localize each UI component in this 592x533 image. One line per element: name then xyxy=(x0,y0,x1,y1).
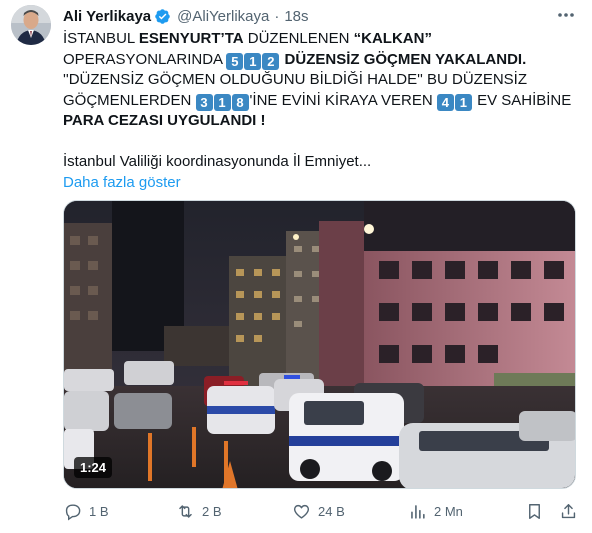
views-count: 2 Mn xyxy=(434,503,463,519)
keycap-digit: 1 xyxy=(454,93,472,111)
text-line-1: İSTANBUL ESENYURT’TA DÜZENLENEN “KALKAN” xyxy=(63,30,432,47)
like-count: 24 B xyxy=(318,503,345,519)
tweet-header: Ali Yerlikaya @AliYerlikaya · 18s xyxy=(63,6,309,26)
views-chart-icon xyxy=(411,504,425,519)
keycap-digit: 4 xyxy=(436,93,454,111)
reply-button[interactable]: 1 B xyxy=(63,500,109,522)
repost-button[interactable]: 2 B xyxy=(176,500,222,522)
avatar[interactable] xyxy=(11,5,51,45)
reply-count: 1 B xyxy=(89,503,109,519)
show-more-link[interactable]: Daha fazla göster xyxy=(63,173,573,194)
tweet-text: İSTANBUL ESENYURT’TA DÜZENLENEN “KALKAN”… xyxy=(63,29,573,193)
bookmark-icon xyxy=(529,503,540,519)
keycap-digit: 5 xyxy=(226,52,244,70)
like-button[interactable]: 24 B xyxy=(292,500,345,522)
video-duration: 1:24 xyxy=(74,457,113,478)
text-line-blank xyxy=(63,132,573,153)
text-line-2: OPERASYONLARINDA 512 DÜZENSİZ GÖÇMEN YAK… xyxy=(63,50,527,70)
reply-icon xyxy=(65,503,81,521)
tweet-actions: 1 B 2 B 24 B 2 Mn xyxy=(63,500,583,522)
verified-badge-icon[interactable] xyxy=(154,8,171,25)
separator-dot: · xyxy=(274,7,280,25)
repost-icon xyxy=(179,504,192,518)
video-frame xyxy=(64,201,575,488)
bookmark-button[interactable] xyxy=(525,500,544,522)
views-button[interactable]: 2 Mn xyxy=(408,500,463,522)
avatar-image xyxy=(11,5,51,45)
text-line-3: ''DÜZENSİZ GÖÇMEN OLDUĞUNU BİLDİĞİ HALDE… xyxy=(63,71,528,88)
share-button[interactable] xyxy=(559,500,578,522)
tweet[interactable]: Ali Yerlikaya @AliYerlikaya · 18s İSTANB… xyxy=(0,0,592,533)
more-options-icon[interactable] xyxy=(556,8,576,22)
keycap-digit: 1 xyxy=(213,93,231,111)
keycap-digit: 1 xyxy=(244,52,262,70)
repost-count: 2 B xyxy=(202,503,222,519)
author-handle[interactable]: @AliYerlikaya xyxy=(177,8,269,25)
share-icon xyxy=(561,503,576,518)
timestamp[interactable]: 18s xyxy=(284,8,308,25)
author-name[interactable]: Ali Yerlikaya xyxy=(63,8,151,25)
text-line-6: İstanbul Valiliği koordinasyonunda İl Em… xyxy=(63,153,372,170)
text-line-5: PARA CEZASI UYGULANDI ! xyxy=(63,112,266,129)
text-line-4: GÖÇMENLERDEN 3 1 8 'İNE EVİNİ KİRAYA VEREN … xyxy=(63,91,572,111)
keycap-digit: 2 xyxy=(262,52,280,70)
keycap-digit: 8 xyxy=(231,93,249,111)
video-player[interactable]: 1:24 xyxy=(63,200,576,489)
keycap-digit: 3 xyxy=(195,93,213,111)
heart-icon xyxy=(293,504,310,519)
